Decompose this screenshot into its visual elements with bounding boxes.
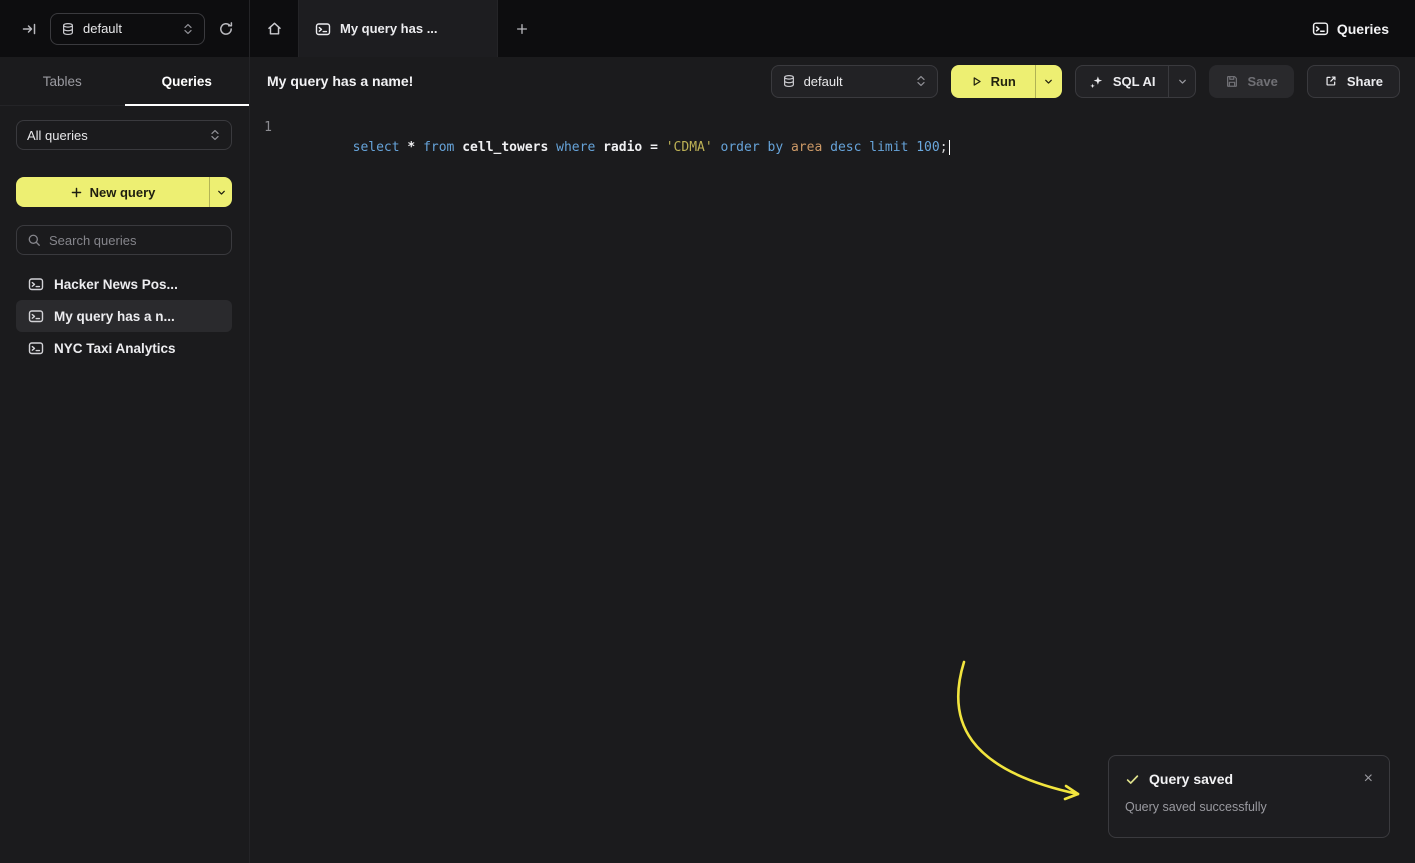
queries-filter-value: All queries xyxy=(27,128,201,143)
code-tokens: select * from cell_towers where radio = … xyxy=(353,140,948,155)
topbar-database-selector[interactable]: default xyxy=(50,13,205,45)
tab-queries-label: Queries xyxy=(162,74,212,89)
query-icon xyxy=(28,276,44,292)
list-item-selected[interactable]: My query has a n... xyxy=(16,300,232,332)
home-tab[interactable] xyxy=(250,0,298,57)
home-icon xyxy=(266,20,283,37)
toast-close-button[interactable]: × xyxy=(1364,771,1373,787)
query-controls: default Run xyxy=(771,65,1400,98)
toast-title: Query saved xyxy=(1149,771,1233,787)
query-list: Hacker News Pos... My query has a n... xyxy=(0,268,249,364)
search-queries-input[interactable] xyxy=(49,233,221,248)
topbar-database-value: default xyxy=(83,21,174,36)
sql-ai-button[interactable]: SQL AI xyxy=(1076,66,1169,97)
chevron-down-icon xyxy=(1177,76,1188,87)
sql-editor[interactable]: 1 select * from cell_towers where radio … xyxy=(250,105,1415,178)
line-number: 1 xyxy=(250,118,272,178)
database-icon xyxy=(61,22,75,36)
collapse-sidebar-icon xyxy=(21,21,37,37)
chevron-down-icon xyxy=(1043,76,1054,87)
tab-strip: My query has ... xyxy=(250,0,546,57)
sidebar: Tables Queries All queries New q xyxy=(0,57,250,863)
run-split-button: Run xyxy=(951,65,1062,98)
query-icon xyxy=(28,308,44,324)
query-item-label: Hacker News Pos... xyxy=(54,277,178,292)
save-button-label: Save xyxy=(1247,74,1277,89)
new-query-split-button: New query xyxy=(16,177,232,207)
plus-icon xyxy=(515,22,529,36)
list-item[interactable]: Hacker News Pos... xyxy=(16,268,232,300)
check-icon xyxy=(1125,772,1140,787)
query-item-label: NYC Taxi Analytics xyxy=(54,341,176,356)
toast-message: Query saved successfully xyxy=(1125,800,1373,814)
query-icon xyxy=(1312,20,1329,37)
page-title: My query has a name! xyxy=(267,73,413,89)
search-icon xyxy=(27,233,41,247)
play-icon xyxy=(970,75,983,88)
new-tab-button[interactable] xyxy=(498,0,546,57)
toast-header: Query saved × xyxy=(1125,771,1373,787)
chevron-down-icon xyxy=(216,187,227,198)
chevron-updown-icon xyxy=(182,22,194,36)
search-queries-box xyxy=(16,225,232,255)
plus-icon xyxy=(70,186,83,199)
database-icon xyxy=(782,74,796,88)
topbar-left: default xyxy=(0,0,250,57)
collapse-sidebar-button[interactable] xyxy=(18,18,40,40)
run-button[interactable]: Run xyxy=(951,65,1035,98)
main-database-value: default xyxy=(804,74,907,89)
queries-nav-button[interactable]: Queries xyxy=(1312,20,1389,37)
run-button-label: Run xyxy=(991,74,1016,89)
queries-nav-label: Queries xyxy=(1337,21,1389,37)
share-button[interactable]: Share xyxy=(1307,65,1400,98)
share-icon xyxy=(1324,74,1338,88)
query-icon xyxy=(28,340,44,356)
app-root: default xyxy=(0,0,1415,863)
chevron-updown-icon xyxy=(209,128,221,142)
code-line[interactable]: select * from cell_towers where radio = … xyxy=(290,118,950,178)
sql-ai-split-button: SQL AI xyxy=(1075,65,1197,98)
sidebar-tabs: Tables Queries xyxy=(0,57,249,106)
text-cursor xyxy=(949,140,951,155)
sparkles-icon xyxy=(1089,74,1104,89)
tab-tables-label: Tables xyxy=(43,74,82,89)
main-database-selector[interactable]: default xyxy=(771,65,938,98)
save-button[interactable]: Save xyxy=(1209,65,1293,98)
sql-ai-label: SQL AI xyxy=(1113,74,1156,89)
chevron-updown-icon xyxy=(915,74,927,88)
save-icon xyxy=(1225,74,1239,88)
refresh-button[interactable] xyxy=(215,18,237,40)
tab-queries[interactable]: Queries xyxy=(125,57,250,105)
share-button-label: Share xyxy=(1347,74,1383,89)
query-header: My query has a name! default xyxy=(250,57,1415,105)
main-panel: My query has a name! default xyxy=(250,57,1415,863)
new-query-caret-button[interactable] xyxy=(210,177,232,207)
new-query-button[interactable]: New query xyxy=(16,177,209,207)
toast-query-saved: Query saved × Query saved successfully xyxy=(1108,755,1390,838)
query-tab-label: My query has ... xyxy=(340,21,438,36)
queries-filter-select[interactable]: All queries xyxy=(16,120,232,150)
query-tab-active[interactable]: My query has ... xyxy=(298,0,498,57)
new-query-label: New query xyxy=(90,185,156,200)
refresh-icon xyxy=(218,21,234,37)
run-options-button[interactable] xyxy=(1036,65,1062,98)
topbar: default xyxy=(0,0,1415,57)
query-icon xyxy=(315,21,331,37)
tab-tables[interactable]: Tables xyxy=(0,57,125,105)
sql-ai-options-button[interactable] xyxy=(1169,66,1195,97)
query-item-label: My query has a n... xyxy=(54,309,175,324)
list-item[interactable]: NYC Taxi Analytics xyxy=(16,332,232,364)
topbar-right: Queries xyxy=(1312,0,1415,57)
